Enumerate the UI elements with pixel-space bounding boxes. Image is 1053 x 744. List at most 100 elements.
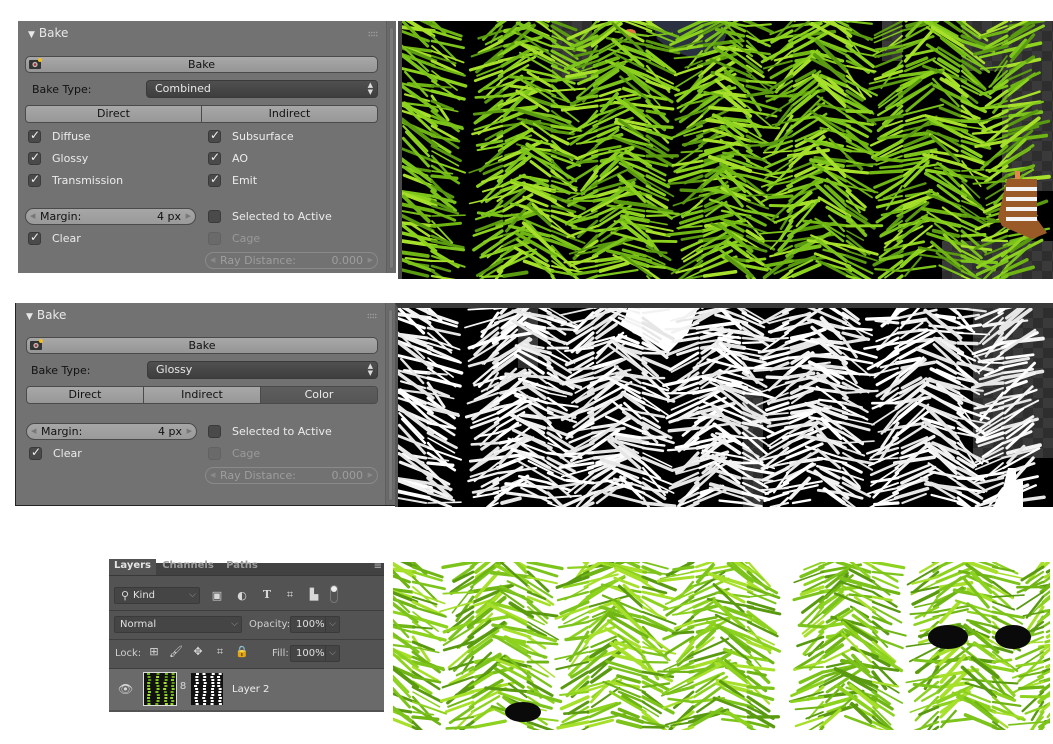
transmission-checkbox[interactable]: Transmission bbox=[28, 172, 123, 188]
bake-type-label: Bake Type: bbox=[32, 83, 92, 96]
checkbox-icon bbox=[28, 230, 41, 245]
increment-arrow-icon[interactable]: ▶ bbox=[187, 424, 192, 439]
panel-menu-icon[interactable]: ≡ bbox=[374, 561, 382, 572]
filter-toggle-icon[interactable] bbox=[330, 585, 338, 603]
tab-indirect[interactable]: Indirect bbox=[144, 387, 261, 403]
bake-button[interactable]: Bake bbox=[26, 337, 378, 354]
checkbox-icon bbox=[208, 150, 221, 165]
opacity-field[interactable]: 100% ⌵ bbox=[290, 616, 340, 633]
layer-mask-thumbnail[interactable] bbox=[191, 673, 223, 705]
smart-object-filter-icon[interactable]: ▙ bbox=[307, 588, 321, 601]
chevron-down-icon[interactable]: ⌵ bbox=[325, 617, 336, 632]
chevron-down-icon: ⌵ bbox=[189, 590, 196, 600]
collapse-triangle-icon[interactable]: ▼ bbox=[26, 312, 33, 322]
opacity-label: Opacity: bbox=[249, 619, 291, 630]
visibility-eye-icon[interactable]: 👁 bbox=[118, 682, 133, 696]
lock-label: Lock: bbox=[115, 648, 142, 659]
drag-grip-icon[interactable] bbox=[367, 313, 377, 319]
panel-scrollbar[interactable] bbox=[385, 303, 395, 505]
tab-direct[interactable]: Direct bbox=[27, 387, 144, 403]
checkbox-icon bbox=[208, 232, 221, 245]
selected-to-active-checkbox[interactable]: Selected to Active bbox=[208, 210, 332, 224]
masked-grass-texture bbox=[393, 562, 1050, 730]
bake-type-label: Bake Type: bbox=[31, 364, 91, 377]
image-filter-icon[interactable]: ▣ bbox=[210, 589, 224, 602]
select-arrows-icon: ▲ ▼ bbox=[367, 81, 373, 96]
diffuse-checkbox[interactable]: Diffuse bbox=[28, 128, 91, 144]
decrement-arrow-icon[interactable]: ◀ bbox=[31, 424, 36, 439]
bake-type-select[interactable]: Glossy ▲ ▼ bbox=[147, 361, 378, 379]
tab-color[interactable]: Color bbox=[261, 387, 377, 403]
checkbox-icon bbox=[28, 128, 41, 143]
tab-paths[interactable]: Paths bbox=[221, 559, 263, 575]
panel-scrollbar[interactable] bbox=[386, 21, 396, 273]
blend-row: Normal ⌵ Opacity: 100% ⌵ bbox=[109, 611, 384, 640]
baked-glossy-mask-texture bbox=[395, 303, 1053, 507]
search-icon: ⚲ bbox=[120, 589, 130, 602]
decrement-arrow-icon[interactable]: ◀ bbox=[210, 253, 215, 268]
layers-panel: Layers Channels Paths ≡ ⚲ Kind ⌵ ▣ ◐ T ⌗… bbox=[109, 559, 384, 712]
selected-to-active-checkbox[interactable]: Selected to Active bbox=[208, 425, 332, 439]
checkbox-icon bbox=[28, 172, 41, 187]
clear-checkbox[interactable]: Clear bbox=[28, 230, 81, 246]
glossy-checkbox[interactable]: Glossy bbox=[28, 150, 88, 166]
bake-button[interactable]: Bake bbox=[25, 56, 378, 73]
emit-checkbox[interactable]: Emit bbox=[208, 172, 257, 188]
tab-indirect[interactable]: Indirect bbox=[202, 106, 377, 122]
margin-field[interactable]: ◀ Margin: 4 px ▶ bbox=[25, 208, 196, 225]
camera-icon bbox=[29, 58, 42, 69]
lock-artboard-icon[interactable]: ⌗ bbox=[213, 645, 227, 659]
bake-type-select[interactable]: Combined ▲ ▼ bbox=[146, 80, 378, 98]
cage-checkbox[interactable]: Cage bbox=[208, 447, 260, 461]
checkbox-icon bbox=[29, 445, 42, 460]
layer-name: Layer 2 bbox=[232, 684, 270, 695]
subsurface-checkbox[interactable]: Subsurface bbox=[208, 128, 294, 144]
tab-layers[interactable]: Layers bbox=[109, 559, 156, 575]
chevron-down-icon: ⌵ bbox=[231, 619, 238, 629]
layer-thumbnail[interactable] bbox=[143, 672, 177, 706]
checkbox-icon bbox=[208, 425, 221, 438]
ray-distance-field[interactable]: ◀ Ray Distance: 0.000 ▶ bbox=[205, 252, 378, 269]
pass-filter-tabs: Direct Indirect Color bbox=[26, 386, 378, 404]
lock-position-icon[interactable]: ✥ bbox=[191, 645, 205, 658]
ray-distance-field[interactable]: ◀ Ray Distance: 0.000 ▶ bbox=[205, 467, 378, 484]
decrement-arrow-icon[interactable]: ◀ bbox=[210, 468, 215, 483]
panel-header[interactable]: ▼ Bake bbox=[28, 26, 68, 40]
lock-transparent-pixels-icon[interactable]: ⊞ bbox=[147, 645, 161, 658]
baked-combined-texture bbox=[398, 21, 1053, 279]
checkbox-icon bbox=[208, 128, 221, 143]
tab-direct[interactable]: Direct bbox=[26, 106, 202, 122]
collapse-triangle-icon[interactable]: ▼ bbox=[28, 30, 35, 40]
pass-filter-tabs: Direct Indirect bbox=[25, 105, 378, 123]
fill-label: Fill: bbox=[272, 648, 289, 659]
increment-arrow-icon[interactable]: ▶ bbox=[368, 468, 373, 483]
link-icon[interactable]: 8 bbox=[176, 681, 190, 692]
margin-field[interactable]: ◀ Margin: 4 px ▶ bbox=[26, 423, 197, 440]
tab-channels[interactable]: Channels bbox=[159, 559, 217, 575]
ao-checkbox[interactable]: AO bbox=[208, 150, 248, 166]
layer-row[interactable]: 👁 8 Layer 2 bbox=[109, 669, 384, 710]
shape-filter-icon[interactable]: ⌗ bbox=[283, 588, 297, 602]
lock-all-icon[interactable]: 🔒 bbox=[235, 645, 249, 658]
type-filter-icon[interactable]: T bbox=[260, 588, 274, 601]
camera-icon bbox=[30, 339, 43, 350]
checkbox-icon bbox=[208, 210, 221, 223]
increment-arrow-icon[interactable]: ▶ bbox=[186, 209, 191, 224]
increment-arrow-icon[interactable]: ▶ bbox=[368, 253, 373, 268]
panel-header[interactable]: ▼ Bake bbox=[26, 308, 66, 322]
blend-mode-select[interactable]: Normal ⌵ bbox=[114, 616, 242, 633]
fill-field[interactable]: 100% ⌵ bbox=[290, 645, 340, 662]
adjustment-filter-icon[interactable]: ◐ bbox=[235, 589, 249, 602]
filter-kind-select[interactable]: ⚲ Kind ⌵ bbox=[114, 587, 200, 604]
chevron-down-icon[interactable]: ⌵ bbox=[325, 646, 336, 661]
lock-row: Lock: ⊞ 🖌 ✥ ⌗ 🔒 Fill: 100% ⌵ bbox=[109, 640, 384, 669]
checkbox-icon bbox=[208, 172, 221, 187]
lock-image-pixels-icon[interactable]: 🖌 bbox=[169, 645, 183, 658]
drag-grip-icon[interactable] bbox=[368, 31, 378, 37]
clear-checkbox[interactable]: Clear bbox=[29, 445, 82, 461]
cage-checkbox[interactable]: Cage bbox=[208, 232, 260, 246]
checkbox-icon bbox=[208, 447, 221, 460]
bake-panel-combined: ▼ Bake Bake Bake Type: Combined ▲ ▼ Direct… bbox=[18, 21, 396, 273]
panel-tabs: Layers Channels Paths ≡ bbox=[109, 559, 384, 576]
decrement-arrow-icon[interactable]: ◀ bbox=[30, 209, 35, 224]
